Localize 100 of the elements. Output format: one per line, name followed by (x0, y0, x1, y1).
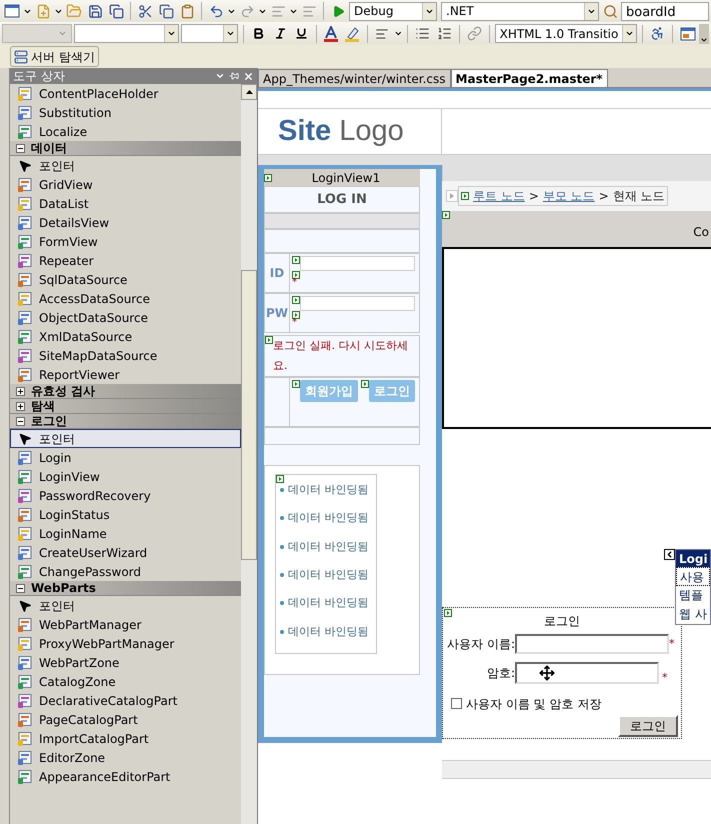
toolbox-item[interactable]: FormView (10, 232, 241, 251)
control-icon (17, 692, 33, 708)
toolbox-item[interactable]: PageCatalogPart (10, 710, 241, 729)
toolbox-section-header[interactable]: 로그인 (10, 414, 241, 429)
control-icon (17, 674, 33, 690)
toolbox-item[interactable]: 포인터 (10, 156, 241, 175)
toolbox-section-header[interactable]: WebParts (10, 581, 241, 596)
toolbox-item[interactable]: ImportCatalogPart (10, 729, 241, 748)
toolbox-item[interactable]: SiteMapDataSource (10, 346, 241, 365)
username-field[interactable] (515, 634, 669, 654)
toolbox-item[interactable]: LoginView (10, 467, 241, 486)
platform-dropdown[interactable]: .NET (441, 2, 599, 20)
control-icon (17, 506, 33, 522)
list-item: 데이터 바인딩됨 (288, 624, 368, 639)
loginview-header: LoginView1 (264, 169, 420, 186)
smart-tag-item[interactable]: 사용 (676, 567, 710, 586)
toolbox-item[interactable]: LoginName (10, 524, 241, 543)
toolbox-item[interactable]: PasswordRecovery (10, 486, 241, 505)
control-icon (17, 768, 33, 784)
server-icon (14, 50, 28, 64)
pin-icon[interactable] (229, 71, 239, 81)
toolbox-item[interactable]: AppearanceEditorPart (10, 767, 241, 786)
control-icon (17, 86, 33, 102)
checkbox-label: 사용자 이름 및 암호 저장 (466, 696, 602, 712)
toolbox-item[interactable]: CatalogZone (10, 672, 241, 691)
breadcrumb-link[interactable]: 부모 노드 (542, 187, 595, 205)
toolbox-item[interactable]: ObjectDataSource (10, 308, 241, 327)
pointer-icon (17, 158, 33, 172)
login-title: 로그인 (544, 613, 580, 630)
toolbox-item[interactable]: SqlDataSource (10, 270, 241, 289)
doctype-dropdown[interactable]: XHTML 1.0 Transitio (494, 24, 638, 43)
toolbox-item[interactable]: GridView (10, 175, 241, 194)
font-color-icon[interactable] (322, 24, 341, 44)
caret-icon[interactable] (394, 29, 402, 38)
scroll-up-button[interactable] (241, 84, 257, 100)
toolbox-item[interactable]: WebPartManager (10, 615, 241, 634)
bullet-icon (280, 601, 284, 606)
bullet-icon (280, 488, 284, 492)
toolbox-item[interactable]: LoginStatus (10, 505, 241, 524)
password-field[interactable] (515, 662, 659, 684)
toolbox-item[interactable]: Localize (10, 122, 241, 141)
toolbox-item[interactable]: DataList (10, 194, 241, 213)
toolbox-item[interactable]: 포인터 (10, 429, 241, 448)
control-icon (17, 750, 33, 766)
scrollbar-thumb[interactable] (241, 270, 257, 560)
bullet-icon (280, 516, 284, 520)
hyperlink-icon[interactable] (464, 24, 484, 44)
dropdown-icon[interactable] (215, 71, 225, 81)
toolbox-item[interactable]: WebPartZone (10, 653, 241, 672)
toolbox-item[interactable]: CreateUserWizard (10, 543, 241, 562)
breadcrumb-link[interactable]: 루트 노드 (473, 187, 525, 205)
control-marker-icon (292, 271, 300, 279)
toolbox-item[interactable]: ProxyWebPartManager (10, 634, 241, 653)
toolbox-item[interactable]: Substitution (10, 103, 241, 122)
control-icon (17, 234, 33, 250)
control-icon (17, 328, 33, 344)
field-label: ID (268, 265, 286, 282)
smart-tag-title: Logi (676, 550, 710, 567)
control-marker-icon (292, 256, 300, 264)
toolbox-item[interactable]: ContentPlaceHolder (10, 84, 241, 103)
configuration-dropdown[interactable]: Debug (349, 2, 437, 20)
pointer-icon (17, 432, 33, 446)
smart-tag-item[interactable]: 템플 (676, 586, 710, 605)
toolbox-section-header[interactable]: 데이터 (10, 141, 241, 156)
close-icon[interactable] (243, 70, 254, 82)
toolbox-item[interactable]: DeclarativeCatalogPart (10, 691, 241, 710)
collapse-icon (16, 584, 25, 592)
toolbox-item[interactable]: ChangePassword (10, 562, 241, 581)
control-marker-icon (361, 380, 369, 388)
toolbox-item[interactable]: 포인터 (10, 596, 241, 615)
control-icon (17, 730, 33, 746)
toolbox-item[interactable]: EditorZone (10, 748, 241, 767)
toolbox-item[interactable]: ReportViewer (10, 365, 241, 384)
login-button[interactable]: 로그인 (618, 714, 678, 736)
control-icon (17, 124, 33, 140)
checkbox[interactable] (451, 698, 462, 709)
up-arrow-icon (246, 90, 252, 94)
sidebar-frame: LoginView1 LOG IN ID * PW * 로그인 실패. 다시 시도하세요. 회원가입 로그인 데이터 바인딩됨 데이터 바인딩됨 데이터 바인딩됨 데이터 바인딩됨 데이터 바인딩됨 데이터 바인딩됨 (258, 165, 442, 743)
list-item: 데이터 바인딩됨 (288, 568, 368, 582)
toolbox-item[interactable]: XmlDataSource (10, 327, 241, 346)
toolbox-item[interactable]: Login (10, 448, 241, 467)
document-tab[interactable]: MasterPage2.master* (450, 69, 608, 87)
toolbox-section-header[interactable]: 유효성 검사 (10, 384, 241, 399)
document-tab[interactable]: App_Themes/winter/winter.css (258, 69, 451, 87)
control-marker-icon (292, 380, 300, 388)
toolbox-section-header[interactable]: 탐색 (10, 399, 241, 414)
control-marker-icon (276, 475, 284, 483)
control-icon (17, 310, 33, 326)
toolbox-item[interactable]: AccessDataSource (10, 289, 241, 308)
toolbox-item[interactable]: DetailsView (10, 213, 241, 232)
toolbox-item[interactable]: Repeater (10, 251, 241, 270)
text-field[interactable] (300, 296, 415, 311)
control-icon (17, 348, 33, 364)
validator-mark: * (292, 319, 298, 327)
text-field[interactable] (300, 256, 415, 271)
control-marker-icon (461, 192, 469, 200)
toolbar-overflow-icon[interactable] (699, 24, 710, 44)
server-explorer-button[interactable]: 서버 탐색기 (10, 46, 99, 67)
find-field[interactable]: boardId (621, 2, 709, 20)
scrollbar[interactable] (241, 84, 257, 824)
